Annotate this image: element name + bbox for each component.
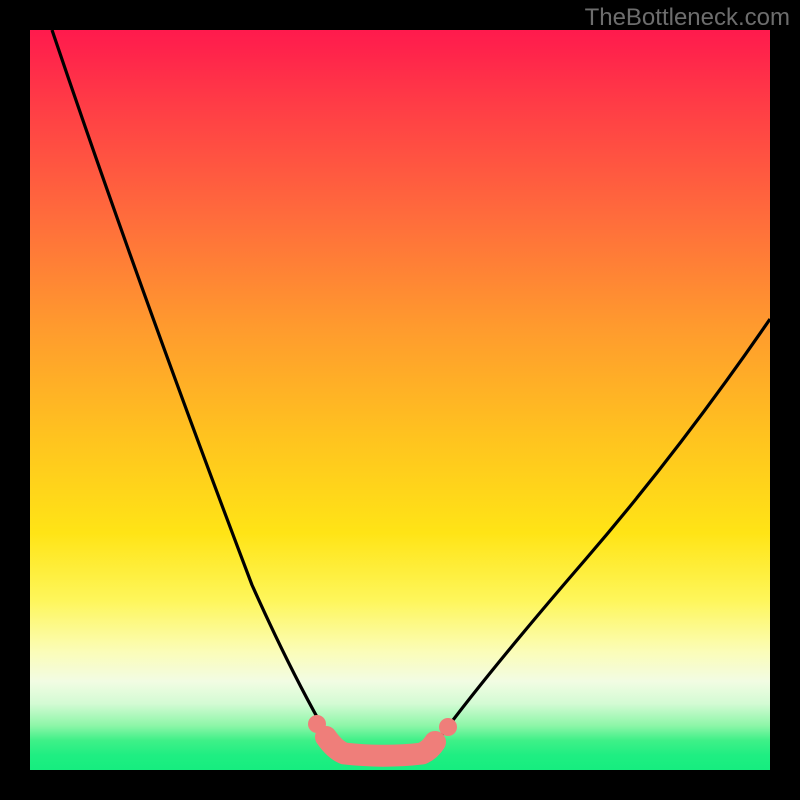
plot-area [30, 30, 770, 770]
valley-marker [326, 737, 435, 756]
watermark-label: TheBottleneck.com [585, 4, 790, 32]
chart-container: TheBottleneck.com [0, 0, 800, 800]
marker-layer [30, 30, 770, 770]
marker-dot-right [439, 718, 457, 736]
marker-dot-left [308, 715, 326, 733]
